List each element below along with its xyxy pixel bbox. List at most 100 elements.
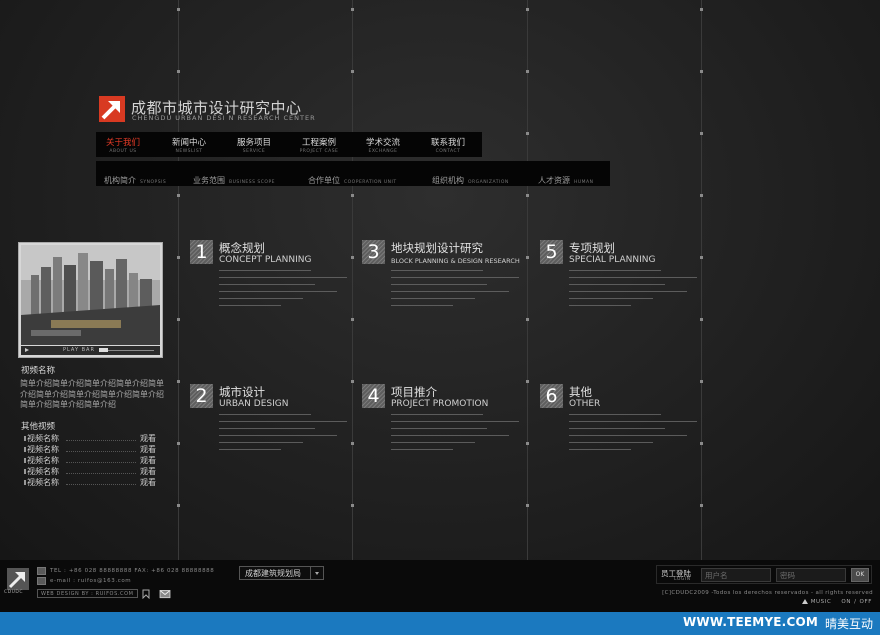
list-item[interactable]: 视频名称 观看: [24, 455, 158, 466]
dotted-leader: [66, 462, 136, 463]
watch-link[interactable]: 观看: [140, 455, 156, 466]
watch-link[interactable]: 观看: [140, 444, 156, 455]
subnav-item-cooperation-unit[interactable]: 合作单位 COOPERATION UNIT: [308, 168, 397, 187]
nav-item-news[interactable]: 新闻中心 NEWSLIST: [167, 132, 211, 157]
grid-dot: [351, 442, 354, 445]
video-link[interactable]: 视频名称: [27, 433, 59, 444]
grid-dot: [526, 194, 529, 197]
grid-dot: [700, 256, 703, 259]
nav-item-label: 服务项目: [236, 138, 271, 148]
subnav-item-business-scope[interactable]: 业务范围 BUSINESS SCOPE: [193, 168, 275, 187]
subnav-item-synopsis[interactable]: 机构简介 SYNOPSIS: [104, 168, 166, 187]
music-off-button[interactable]: OFF: [860, 599, 872, 605]
nav-item-sublabel: EXCHANGE: [368, 149, 398, 154]
placeholder-line: [569, 435, 687, 436]
category-title[interactable]: 城市设计: [219, 384, 265, 400]
placeholder-line: [569, 442, 653, 443]
grid-dot: [177, 256, 180, 259]
subnav-item-sublabel: ORGANIZATION: [468, 180, 509, 185]
category-number: 4: [362, 384, 385, 408]
grid-dot: [700, 8, 703, 11]
category-title[interactable]: 项目推介: [391, 384, 437, 400]
video-link[interactable]: 视频名称: [27, 477, 59, 488]
category-title[interactable]: 概念规划: [219, 240, 265, 256]
placeholder-line: [391, 298, 475, 299]
login-ok-button[interactable]: OK: [851, 568, 869, 582]
grid-line: [178, 0, 179, 560]
progress-handle[interactable]: [99, 348, 108, 352]
nav-item-sublabel: PROJECT CASE: [299, 149, 339, 154]
nav-item-label: 新闻中心: [171, 138, 206, 148]
list-item[interactable]: 视频名称 观看: [24, 466, 158, 477]
nav-item-service[interactable]: 服务项目 SERVICE: [232, 132, 276, 157]
category-subtitle: BLOCK PLANNING & DESIGN RESEARCH: [391, 257, 520, 265]
grid-dot: [526, 70, 529, 73]
category-title[interactable]: 地块规划设计研究: [391, 240, 483, 256]
staff-login-form: 员工登陆 LOGIN OK: [656, 565, 872, 584]
music-label: MUSIC: [810, 599, 832, 605]
city-model-thumbnail[interactable]: [21, 245, 160, 345]
footer-logo-label: CDUDC: [4, 590, 24, 595]
nav-item-exchange[interactable]: 学术交流 EXCHANGE: [361, 132, 405, 157]
related-site-select[interactable]: 成都建筑规划局: [239, 566, 324, 580]
video-link[interactable]: 视频名称: [27, 455, 59, 466]
category-title[interactable]: 专项规划: [569, 240, 615, 256]
list-item[interactable]: 视频名称 观看: [24, 477, 158, 488]
subnav-item-label: 人才资源: [538, 176, 570, 185]
list-item[interactable]: 视频名称 观看: [24, 444, 158, 455]
music-on-button[interactable]: ON: [841, 599, 851, 605]
video-player[interactable]: PLAY BAR: [18, 242, 163, 358]
nav-item-project-case[interactable]: 工程案例 PROJECT CASE: [294, 132, 344, 157]
bookmark-icon[interactable]: [141, 589, 151, 599]
music-separator: /: [854, 599, 857, 605]
placeholder-line: [569, 428, 665, 429]
category-number: 3: [362, 240, 385, 264]
grid-dot: [177, 194, 180, 197]
placeholder-line: [569, 305, 631, 306]
category-number: 6: [540, 384, 563, 408]
email-share-icon[interactable]: [159, 590, 171, 599]
nav-item-sublabel: CONTACT: [435, 149, 461, 154]
play-icon[interactable]: [25, 348, 29, 352]
video-link[interactable]: 视频名称: [27, 444, 59, 455]
play-bar-label: PLAY BAR: [63, 347, 95, 353]
grid-dot: [700, 318, 703, 321]
subnav-item-sublabel: COOPERATION UNIT: [344, 180, 397, 185]
subnav-item-label: 机构简介: [104, 176, 136, 185]
grid-dot: [526, 504, 529, 507]
nav-item-about[interactable]: 关于我们 ABOUT US: [102, 132, 144, 157]
video-link[interactable]: 视频名称: [27, 466, 59, 477]
grid-dot: [700, 442, 703, 445]
play-bar[interactable]: PLAY BAR: [21, 346, 160, 355]
category-subtitle: PROJECT PROMOTION: [391, 399, 489, 409]
list-item[interactable]: 视频名称 观看: [24, 433, 158, 444]
grid-dot: [526, 8, 529, 11]
sub-nav: 机构简介 SYNOPSIS 业务范围 BUSINESS SCOPE 合作单位 COOP…: [96, 161, 610, 186]
subnav-item-human[interactable]: 人才资源 HUMAN: [538, 168, 594, 187]
watch-link[interactable]: 观看: [140, 466, 156, 477]
password-input[interactable]: [776, 568, 846, 582]
chevron-down-icon[interactable]: [310, 567, 323, 579]
placeholder-line: [569, 449, 631, 450]
grid-dot: [351, 70, 354, 73]
watch-link[interactable]: 观看: [140, 477, 156, 488]
nav-item-contact[interactable]: 联系我们 CONTACT: [426, 132, 470, 157]
subnav-item-organization[interactable]: 组织机构 ORGANIZATION: [432, 168, 509, 187]
watch-link[interactable]: 观看: [140, 433, 156, 444]
bullet-icon: [24, 480, 26, 485]
category-subtitle: SPECIAL PLANNING: [569, 255, 656, 265]
login-label-en: LOGIN: [674, 577, 691, 582]
category-title[interactable]: 其他: [569, 384, 592, 400]
category-number: 2: [190, 384, 213, 408]
placeholder-line: [219, 277, 347, 278]
username-input[interactable]: [701, 568, 771, 582]
grid-dot: [177, 70, 180, 73]
category-subtitle: CONCEPT PLANNING: [219, 255, 312, 265]
grid-dot: [177, 318, 180, 321]
grid-dot: [351, 504, 354, 507]
contact-email[interactable]: e-mail : ruifos@163.com: [50, 578, 131, 584]
placeholder-line: [391, 449, 453, 450]
dotted-leader: [66, 484, 136, 485]
web-design-credit[interactable]: WEB DESIGN BY : RUIFOS.COM: [37, 589, 138, 598]
phone-icon: [37, 567, 46, 575]
